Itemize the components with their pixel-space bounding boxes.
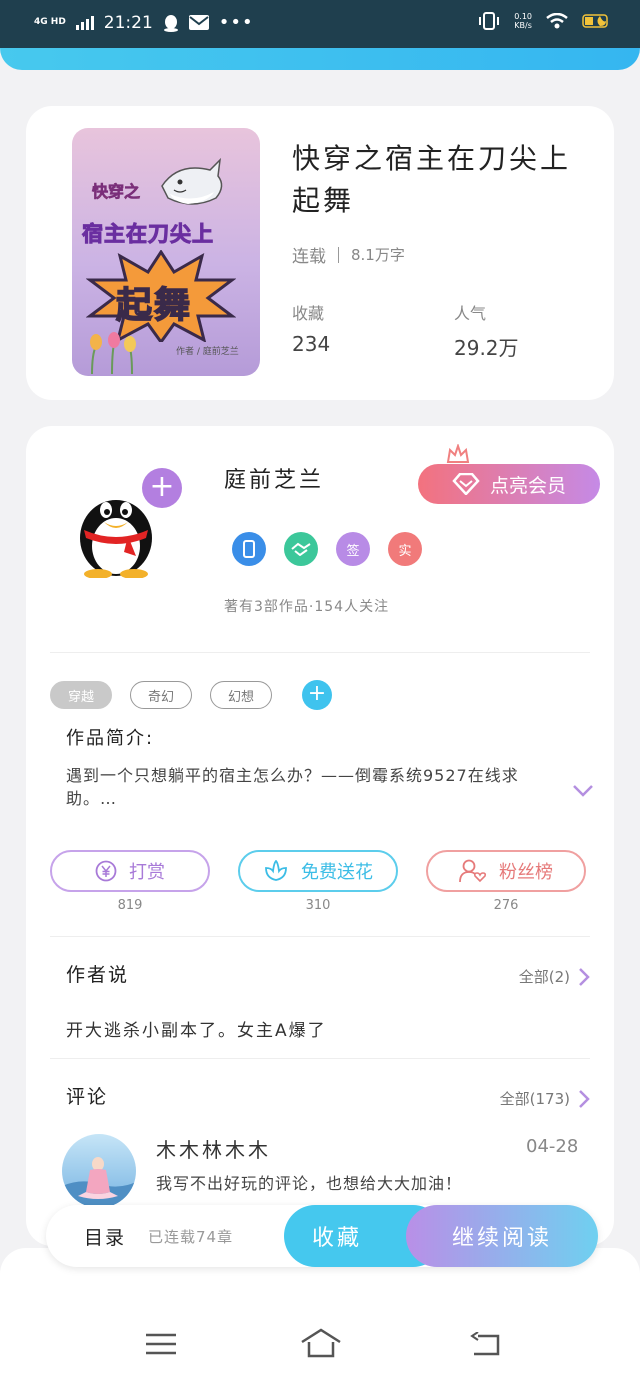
comment-text[interactable]: 我写不出好玩的评论，也想给大大加油！ [156, 1170, 462, 1194]
comments-more-label: 全部(173) [499, 1090, 570, 1108]
author-badges: 签 实 [232, 532, 422, 566]
flower-count: 310 [305, 898, 331, 913]
divider [50, 652, 590, 653]
chapter-count[interactable]: 已连载74章 [148, 1226, 233, 1247]
handshake-badge-icon[interactable] [284, 532, 318, 566]
chevron-right-icon [579, 1089, 590, 1108]
word-count: 8.1万字 [351, 246, 405, 264]
diamond-icon [452, 473, 480, 495]
author-says-title: 作者说 [66, 964, 130, 986]
meta-divider [338, 246, 339, 263]
commenter-avatar[interactable] [62, 1134, 136, 1208]
author-says-text[interactable]: 开大逃杀小副本了。女主A爆了 [66, 1016, 327, 1041]
book-cover[interactable]: 快穿之 宿主在刀尖上 起舞 作者 / 庭前芝兰 [72, 128, 260, 376]
tulip-decoration [90, 332, 136, 374]
cover-title-line1: 宿主在刀尖上 [82, 222, 214, 247]
comments-more[interactable]: 全部(173) [500, 1088, 590, 1109]
vip-button[interactable]: 点亮会员 [418, 464, 600, 504]
sign-badge[interactable]: 签 [336, 532, 370, 566]
author-name[interactable]: 庭前芝兰 [224, 462, 324, 494]
fans-ranking-button[interactable]: 粉丝榜 [426, 850, 586, 892]
signal-icon [75, 15, 94, 30]
real-badge[interactable]: 实 [388, 532, 422, 566]
follow-author-button[interactable]: + [142, 468, 182, 508]
header-band [0, 48, 640, 70]
detail-card: + 庭前芝兰 点亮会员 签 实 著有3部作品·154人关注 穿越 奇幻 幻想 +… [26, 426, 614, 1246]
back-icon[interactable] [470, 1332, 502, 1358]
network-indicator: 4G HD [34, 17, 66, 27]
tag-item[interactable]: 穿越 [50, 681, 112, 709]
favorites-value: 234 [292, 332, 331, 356]
cover-title-line2: 起舞 [115, 284, 193, 327]
divider [50, 936, 590, 937]
more-dots-icon: ••• [218, 12, 254, 33]
continue-reading-button[interactable]: 继续阅读 [406, 1205, 598, 1267]
tag-list: 穿越 奇幻 幻想 + [50, 680, 332, 710]
add-favorite-label: 收藏 [312, 1226, 363, 1251]
reward-button[interactable]: 打赏 [50, 850, 210, 892]
bottom-action-bar: 目录 已连载74章 收藏 继续阅读 [46, 1205, 598, 1267]
chevron-right-icon [579, 967, 590, 986]
system-nav-bar [0, 1248, 640, 1387]
popularity-value: 29.2万 [454, 336, 519, 360]
fan-user-icon [459, 859, 487, 883]
reward-count: 819 [117, 898, 143, 913]
send-flower-button[interactable]: 免费送花 [238, 850, 398, 892]
serial-status: 连载 [292, 247, 326, 267]
chevron-down-icon[interactable] [572, 784, 594, 798]
reward-label: 打赏 [129, 862, 165, 883]
qq-icon [163, 14, 178, 32]
vibrate-icon [479, 12, 500, 30]
status-bar: 4G HD 21:21 ••• 0.10 KB/s [0, 0, 640, 48]
clock: 21:21 [103, 12, 153, 33]
yuan-coin-icon [95, 860, 117, 882]
continue-reading-label: 继续阅读 [451, 1226, 552, 1251]
intro-label: 作品简介: [66, 728, 155, 749]
commenter-avatar-image [62, 1157, 136, 1208]
wifi-icon [546, 13, 568, 29]
author-summary: 著有3部作品·154人关注 [224, 599, 390, 615]
home-icon[interactable] [300, 1328, 342, 1358]
comment-date: 04-28 [526, 1136, 579, 1157]
fans-count: 276 [493, 898, 519, 913]
fans-ranking-label: 粉丝榜 [499, 862, 553, 883]
intro-text: 遇到一个只想躺平的宿主怎么办？——倒霉系统9527在线求助。… [66, 766, 519, 808]
shark-illustration [161, 157, 223, 205]
cover-author: 作者 / 庭前芝兰 [176, 347, 239, 357]
network-speed: 0.10 KB/s [514, 12, 532, 30]
author-says-more[interactable]: 全部(2) [519, 966, 590, 987]
cover-tag: 快穿之 [92, 182, 141, 202]
author-says-more-label: 全部(2) [518, 968, 570, 986]
popularity-label: 人气 [454, 304, 487, 323]
send-flower-label: 免费送花 [301, 862, 373, 883]
add-tag-button[interactable]: + [302, 680, 332, 710]
book-title: 快穿之宿主在刀尖上起舞 [292, 142, 572, 217]
flower-icon [265, 860, 287, 881]
crown-icon [446, 444, 470, 463]
book-info-card: 快穿之 宿主在刀尖上 起舞 作者 / 庭前芝兰 快穿之宿主在刀尖上起舞 连载 8… [26, 106, 614, 400]
tag-item[interactable]: 幻想 [210, 681, 272, 709]
favorites-label: 收藏 [292, 304, 325, 323]
book-meta: 连载 8.1万字 [292, 242, 405, 267]
mail-icon [188, 15, 209, 30]
comment-username[interactable]: 木木林木木 [156, 1134, 271, 1163]
divider [50, 1058, 590, 1059]
vip-button-label: 点亮会员 [489, 474, 566, 497]
comments-title: 评论 [66, 1086, 109, 1108]
toc-button[interactable]: 目录 [84, 1223, 126, 1250]
tag-item[interactable]: 奇幻 [130, 681, 192, 709]
menu-icon[interactable] [146, 1332, 176, 1356]
battery-icon [582, 14, 608, 28]
phone-badge-icon[interactable] [232, 532, 266, 566]
